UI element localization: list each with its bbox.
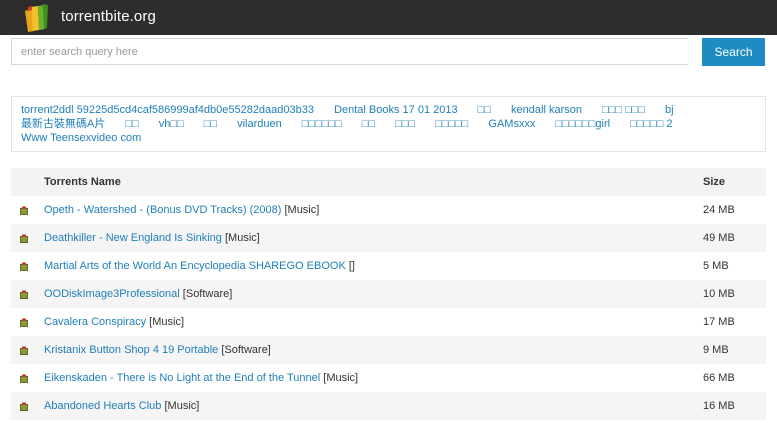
row-icon-cell <box>11 364 44 392</box>
table-row: Martial Arts of the World An Encyclopedi… <box>11 252 766 280</box>
search-tag-link[interactable]: vilarduen <box>237 118 282 130</box>
torrent-file-icon <box>20 206 28 215</box>
row-icon-cell <box>11 280 44 308</box>
row-name-cell: Eikenskaden - There is No Light at the E… <box>44 364 703 392</box>
torrent-category: [Music] <box>224 232 260 244</box>
row-icon-cell <box>11 196 44 224</box>
table-row: Kristanix Button Shop 4 19 Portable [Sof… <box>11 336 766 364</box>
torrent-name-link[interactable]: Kristanix Button Shop 4 19 Portable <box>44 344 218 356</box>
torrent-size: 17 MB <box>703 316 735 328</box>
table-row: OODiskImage3Professional [Software] 10 MB <box>11 280 766 308</box>
search-tag-link[interactable]: □□□□□ <box>435 118 468 130</box>
search-tag-link[interactable]: □□□ □□□ <box>602 104 645 116</box>
torrent-file-icon <box>20 318 28 327</box>
torrent-category: [Software] <box>221 344 271 356</box>
torrent-size: 24 MB <box>703 204 735 216</box>
search-tag-link[interactable]: □□ <box>125 118 138 130</box>
search-tag-link[interactable]: □□□□□ 2 <box>630 118 672 130</box>
books-logo-icon[interactable] <box>23 4 49 32</box>
search-tag-link[interactable]: GAMsxxx <box>488 118 535 130</box>
torrent-size: 66 MB <box>703 372 735 384</box>
torrent-name-link[interactable]: Martial Arts of the World An Encyclopedi… <box>44 260 346 272</box>
torrent-size: 10 MB <box>703 280 766 308</box>
table-row: Abandoned Hearts Club [Music] 16 MB <box>11 392 766 420</box>
table-header-row: Torrents Name Size <box>11 168 766 196</box>
torrent-file-icon <box>20 234 28 243</box>
column-header-name: Torrents Name <box>44 168 703 196</box>
row-name-cell: Opeth - Watershed - (Bonus DVD Tracks) (… <box>44 196 703 224</box>
site-title[interactable]: torrentbite.org <box>61 8 156 25</box>
table-row: Deathkiller - New England Is Sinking [Mu… <box>11 224 766 252</box>
torrent-category: [Software] <box>182 288 233 300</box>
table-row: Eikenskaden - There is No Light at the E… <box>11 364 766 392</box>
top-navbar: torrentbite.org <box>0 0 777 35</box>
search-tag-link[interactable]: □□ <box>478 104 491 116</box>
torrent-category: [Music] <box>284 204 320 216</box>
search-button[interactable]: Search <box>702 38 765 66</box>
search-tag-link[interactable]: □□ <box>362 118 375 130</box>
row-icon-cell <box>11 392 44 420</box>
search-tag-link[interactable]: vh□□ <box>159 118 184 130</box>
search-tag-link[interactable]: torrent2ddl 59225d5cd4caf586999af4db0e55… <box>21 104 314 116</box>
search-tag-link[interactable]: □□□□□□ <box>302 118 342 130</box>
search-tag-link[interactable]: Www Teensexvideo com <box>21 132 141 144</box>
torrent-size: 9 MB <box>703 336 766 364</box>
torrent-category: [Music] <box>149 316 185 328</box>
row-name-cell: Cavalera Conspiracy [Music] <box>44 308 703 336</box>
row-icon-cell <box>11 336 44 364</box>
row-icon-cell <box>11 224 44 252</box>
torrent-file-icon <box>20 290 28 299</box>
table-header-icon-cell <box>11 168 44 196</box>
torrent-file-icon <box>20 402 28 411</box>
torrents-table: Torrents Name Size Opeth - Watershed - (… <box>11 168 766 420</box>
row-name-cell: Martial Arts of the World An Encyclopedi… <box>44 252 703 280</box>
torrent-name-link[interactable]: Deathkiller - New England Is Sinking <box>44 232 222 244</box>
row-name-cell: Deathkiller - New England Is Sinking [Mu… <box>44 224 703 252</box>
row-name-cell: OODiskImage3Professional [Software] <box>44 280 703 308</box>
torrent-file-icon <box>20 262 28 271</box>
search-tag-link[interactable]: 最新古裝無碼A片 <box>21 118 105 130</box>
search-input[interactable] <box>11 38 688 65</box>
search-tag-link[interactable]: kendall karson <box>511 104 582 116</box>
torrent-name-link[interactable]: Eikenskaden - There is No Light at the E… <box>44 372 320 384</box>
torrent-size: 49 MB <box>703 224 766 252</box>
torrent-size: 5 MB <box>703 260 729 272</box>
torrent-category: [Music] <box>164 400 200 412</box>
torrent-size: 16 MB <box>703 392 766 420</box>
search-tag-link[interactable]: □□□□□□girl <box>556 118 611 130</box>
torrent-file-icon <box>20 374 28 383</box>
torrent-name-link[interactable]: Opeth - Watershed - (Bonus DVD Tracks) (… <box>44 204 281 216</box>
torrent-file-icon <box>20 346 28 355</box>
torrent-name-link[interactable]: Abandoned Hearts Club <box>44 400 161 412</box>
torrent-name-link[interactable]: Cavalera Conspiracy <box>44 316 146 328</box>
row-name-cell: Abandoned Hearts Club [Music] <box>44 392 703 420</box>
row-icon-cell <box>11 308 44 336</box>
search-tag-link[interactable]: □□□ <box>395 118 415 130</box>
torrent-name-link[interactable]: OODiskImage3Professional <box>44 288 180 300</box>
row-icon-cell <box>11 252 44 280</box>
row-name-cell: Kristanix Button Shop 4 19 Portable [Sof… <box>44 336 703 364</box>
column-header-size: Size <box>703 168 766 196</box>
popular-searches-box: torrent2ddl 59225d5cd4caf586999af4db0e55… <box>11 96 766 152</box>
search-tag-link[interactable]: □□ <box>204 118 217 130</box>
table-row: Opeth - Watershed - (Bonus DVD Tracks) (… <box>11 196 766 224</box>
search-tag-link[interactable]: bj <box>665 104 674 116</box>
torrent-category: [Music] <box>323 372 359 384</box>
table-row: Cavalera Conspiracy [Music] 17 MB <box>11 308 766 336</box>
torrent-category: [] <box>348 260 355 272</box>
search-tag-link[interactable]: Dental Books 17 01 2013 <box>334 104 458 116</box>
